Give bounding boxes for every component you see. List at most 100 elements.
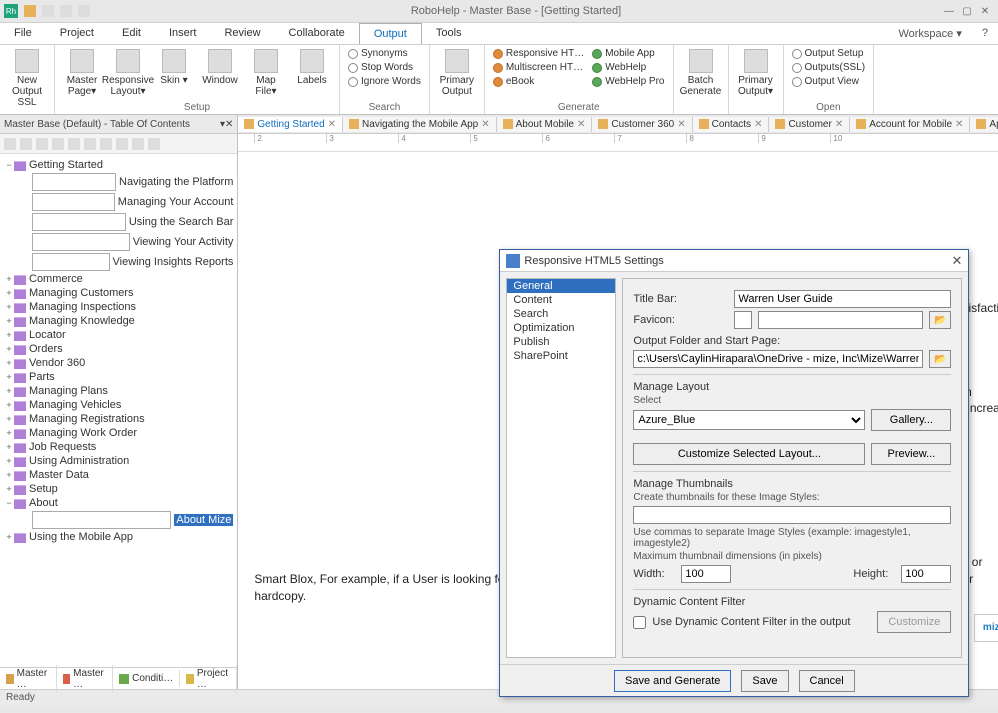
tool-icon[interactable] (116, 138, 128, 150)
toc-item[interactable]: +Job Requests (0, 440, 237, 454)
help-icon[interactable]: ? (972, 23, 998, 44)
tool-icon[interactable] (20, 138, 32, 150)
toc-item[interactable]: Viewing Your Activity (0, 232, 237, 252)
tool-icon[interactable] (132, 138, 144, 150)
close-tab-icon[interactable]: ✕ (677, 119, 685, 130)
ribbon-button[interactable]: Map File▾ (245, 47, 287, 97)
toc-tab[interactable]: Project … (180, 665, 237, 693)
ribbon-button[interactable]: WebHelp Pro (590, 75, 666, 88)
ribbon-button[interactable]: Labels (291, 47, 333, 86)
thumb-styles-input[interactable] (633, 506, 951, 524)
menu-review[interactable]: Review (210, 23, 274, 44)
toc-item[interactable]: +Managing Knowledge (0, 314, 237, 328)
dialog-nav-item[interactable]: General (507, 279, 615, 293)
save-generate-button[interactable]: Save and Generate (614, 670, 731, 692)
menu-file[interactable]: File (0, 23, 46, 44)
close-pane-icon[interactable]: ✕ (225, 119, 233, 130)
ribbon-button[interactable]: Master Page▾ (61, 47, 103, 97)
ribbon-button[interactable]: Primary Output▾ (735, 47, 777, 97)
toc-item[interactable]: +Locator (0, 328, 237, 342)
toc-item[interactable]: +Managing Customers (0, 286, 237, 300)
tool-icon[interactable] (52, 138, 64, 150)
gallery-button[interactable]: Gallery... (871, 409, 951, 431)
document-tab[interactable]: Contacts ✕ (693, 117, 770, 132)
ribbon-button[interactable]: Output View (790, 75, 868, 88)
customize-layout-button[interactable]: Customize Selected Layout... (633, 443, 865, 465)
ribbon-button[interactable]: Outputs(SSL) (790, 61, 868, 74)
document-tab[interactable]: About Mobile ✕ (497, 117, 593, 132)
menu-edit[interactable]: Edit (108, 23, 155, 44)
ribbon-button[interactable]: eBook (491, 75, 586, 88)
ribbon-button[interactable]: Synonyms (346, 47, 423, 60)
toc-item[interactable]: About Mize (0, 510, 237, 530)
tool-icon[interactable] (84, 138, 96, 150)
toc-item[interactable]: Viewing Insights Reports (0, 252, 237, 272)
ribbon-button[interactable]: Primary Output (436, 47, 478, 97)
toc-item[interactable]: +Setup (0, 482, 237, 496)
ribbon-button[interactable]: Mobile App (590, 47, 666, 60)
dcf-checkbox[interactable] (633, 616, 646, 629)
close-tab-icon[interactable]: ✕ (955, 119, 963, 130)
width-input[interactable] (681, 565, 731, 583)
workspace-dropdown[interactable]: Workspace ▾ (888, 23, 971, 44)
close-tab-icon[interactable]: ✕ (481, 119, 489, 130)
ribbon-button[interactable]: Batch Generate (680, 47, 722, 97)
close-tab-icon[interactable]: ✕ (835, 119, 843, 130)
toc-item[interactable]: +Managing Inspections (0, 300, 237, 314)
maximize-icon[interactable]: ▢ (960, 4, 974, 18)
tool-icon[interactable] (36, 138, 48, 150)
toc-tab[interactable]: Conditi… (113, 670, 180, 687)
toc-item[interactable]: +Managing Plans (0, 384, 237, 398)
dialog-nav-item[interactable]: Search (507, 307, 615, 321)
menu-tools[interactable]: Tools (422, 23, 476, 44)
document-tab[interactable]: Account for Mobile ✕ (850, 117, 970, 132)
document-tab[interactable]: Ap… ✕ (970, 117, 998, 132)
toc-item[interactable]: +Master Data (0, 468, 237, 482)
document-tab[interactable]: Customer 360 ✕ (592, 117, 692, 132)
menu-output[interactable]: Output (359, 23, 422, 44)
ribbon-button[interactable]: Ignore Words (346, 75, 423, 88)
menu-collaborate[interactable]: Collaborate (275, 23, 359, 44)
toc-tree[interactable]: −Getting StartedNavigating the PlatformM… (0, 154, 237, 667)
toc-item[interactable]: +Orders (0, 342, 237, 356)
toc-item[interactable]: +Managing Vehicles (0, 398, 237, 412)
ribbon-button[interactable]: Skin ▾ (153, 47, 195, 86)
dialog-close-icon[interactable]: ✕ (951, 253, 962, 269)
cancel-button[interactable]: Cancel (799, 670, 855, 692)
toc-tab[interactable]: Master … (57, 665, 114, 693)
ribbon-button[interactable]: Multiscreen HT… (491, 61, 586, 74)
toc-item[interactable]: +Using the Mobile App (0, 530, 237, 544)
titlebar-input[interactable] (734, 290, 951, 308)
qat-icon[interactable] (42, 5, 54, 17)
qat-icon[interactable] (78, 5, 90, 17)
document-tab[interactable]: Customer ✕ (769, 117, 850, 132)
ribbon-button[interactable]: Output Setup (790, 47, 868, 60)
dialog-nav-item[interactable]: Optimization (507, 321, 615, 335)
toc-item[interactable]: −About (0, 496, 237, 510)
document-tab[interactable]: Navigating the Mobile App ✕ (343, 117, 497, 132)
ribbon-button[interactable]: Stop Words (346, 61, 423, 74)
tool-icon[interactable] (4, 138, 16, 150)
ribbon-button[interactable]: Responsive Layout▾ (107, 47, 149, 97)
toc-item[interactable]: Managing Your Account (0, 192, 237, 212)
tool-icon[interactable] (148, 138, 160, 150)
menu-project[interactable]: Project (46, 23, 108, 44)
close-tab-icon[interactable]: ✕ (577, 119, 585, 130)
browse-favicon-button[interactable]: 📂 (929, 311, 951, 329)
menu-insert[interactable]: Insert (155, 23, 211, 44)
dialog-nav[interactable]: GeneralContentSearchOptimizationPublishS… (506, 278, 616, 658)
toc-item[interactable]: Navigating the Platform (0, 172, 237, 192)
ribbon-button[interactable]: Window (199, 47, 241, 86)
toc-item[interactable]: +Parts (0, 370, 237, 384)
tool-icon[interactable] (100, 138, 112, 150)
toc-item[interactable]: −Getting Started (0, 158, 237, 172)
tool-icon[interactable] (68, 138, 80, 150)
close-tab-icon[interactable]: ✕ (328, 119, 336, 130)
dialog-nav-item[interactable]: Content (507, 293, 615, 307)
ribbon-button[interactable]: New Output SSL (6, 47, 48, 108)
qat-icon[interactable] (24, 5, 36, 17)
outfolder-input[interactable] (633, 350, 923, 368)
toc-tab[interactable]: Master … (0, 665, 57, 693)
layout-select[interactable]: Azure_Blue (633, 410, 865, 430)
toc-item[interactable]: +Managing Work Order (0, 426, 237, 440)
